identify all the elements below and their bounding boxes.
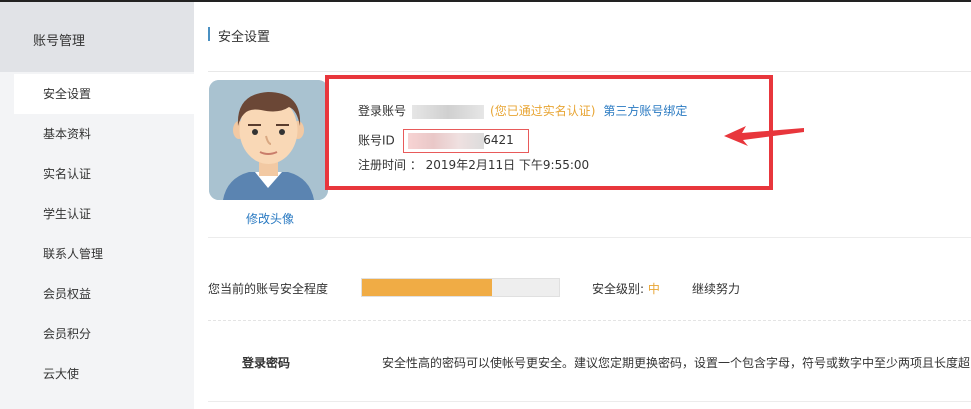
avatar[interactable] [209,80,328,200]
sidebar-item-student[interactable]: 学生认证 [14,194,194,234]
security-progress-fill [362,279,493,296]
register-time-label: 注册时间 ： [358,158,422,172]
sidebar-title: 账号管理 [33,34,86,49]
security-level-label: 您当前的账号安全程度 [208,282,329,296]
login-account-row: 登录账号 (您已通过实名认证) 第三方账号绑定 [358,102,687,119]
sidebar-menu: 安全设置 基本资料 实名认证 学生认证 联系人管理 会员权益 会员积分 云大使 [14,74,194,394]
avatar-illustration [209,80,328,200]
verified-status: (您已通过实名认证) [490,104,596,118]
main-content: 安全设置 修改头像 登录账号 (您已通过实名认证) 第三方账号绑定 账号ID 6421 [194,2,971,409]
account-info-highlight: 登录账号 (您已通过实名认证) 第三方账号绑定 账号ID 6421 注册时间 ： 20… [325,75,804,190]
encourage-text: 继续努力 [692,282,741,296]
login-account-value-redacted [412,104,485,119]
sidebar-header: 账号管理 [0,2,194,72]
sidebar-item-real-name[interactable]: 实名认证 [14,154,194,194]
title-accent-bar [208,27,210,41]
account-id-label: 账号ID [358,133,395,148]
account-id-row: 账号ID 6421 [358,129,529,153]
security-grade-value: 中 [647,282,660,296]
divider [208,401,971,402]
security-progress-bar [361,278,560,297]
sidebar: 账号管理 安全设置 基本资料 实名认证 学生认证 联系人管理 会员权益 会员积分… [0,2,194,409]
account-id-suffix: 6421 [483,133,514,147]
login-password-description: 安全性高的密码可以使帐号更安全。建议您定期更换密码，设置一个包含字母，符号或数字… [382,356,971,370]
login-account-label: 登录账号 [358,104,407,118]
account-id-redacted [407,133,484,149]
divider [208,237,971,238]
account-id-value: 6421 [402,129,529,153]
sidebar-item-contacts[interactable]: 联系人管理 [14,234,194,274]
security-grade: 安全级别: 中 [592,280,660,297]
sidebar-item-profile[interactable]: 基本资料 [14,114,194,154]
sidebar-item-ambassador[interactable]: 云大使 [14,354,194,394]
login-password-label: 登录密码 [242,356,291,370]
register-time-row: 注册时间 ： 2019年2月11日 下午9:55:00 [358,156,589,173]
sidebar-item-security[interactable]: 安全设置 [14,74,194,114]
security-grade-label: 安全级别: [592,282,645,296]
sidebar-item-member-rights[interactable]: 会员权益 [14,274,194,314]
page-title: 安全设置 [218,30,271,45]
register-time-value: 2019年2月11日 下午9:55:00 [425,158,590,172]
third-party-bind-link[interactable]: 第三方账号绑定 [603,104,687,118]
edit-avatar-link[interactable]: 修改头像 [246,210,294,227]
sidebar-item-member-points[interactable]: 会员积分 [14,314,194,354]
divider [208,71,971,72]
arrow-icon [724,126,804,146]
divider [208,320,971,321]
